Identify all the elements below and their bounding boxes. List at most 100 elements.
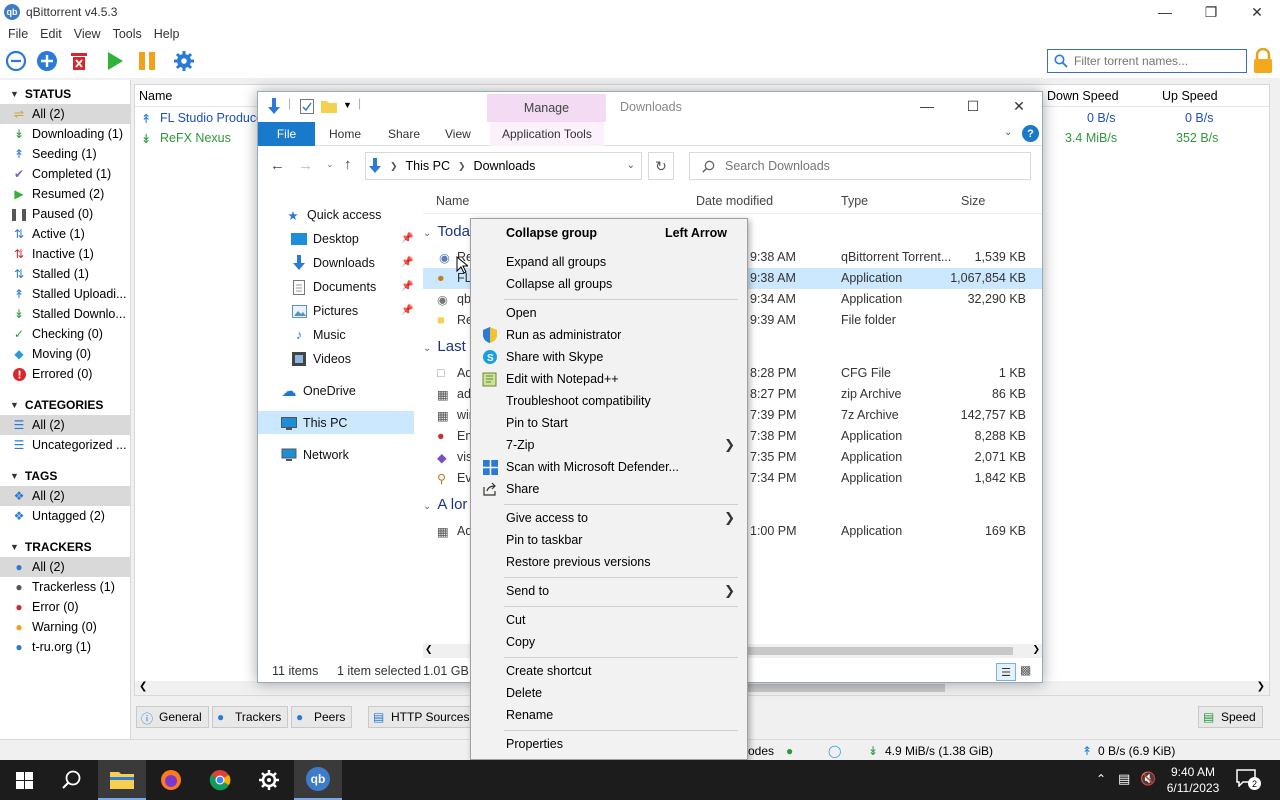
menu-item-delete[interactable]: Delete: [473, 682, 745, 704]
chevron-down-icon[interactable]: ⌄: [627, 160, 635, 171]
group-header-a-long-time-ago[interactable]: ⌄ A lor: [423, 496, 467, 513]
scroll-left-icon[interactable]: ❮: [139, 681, 147, 692]
tracker-trackerless[interactable]: ● Trackerless (1): [0, 577, 130, 597]
menu-item-expand-all-groups[interactable]: Expand all groups: [473, 251, 745, 273]
menu-item-send-to[interactable]: Send to ❯: [473, 580, 745, 602]
tab-general[interactable]: ⓘ General: [136, 706, 209, 728]
pin-icon[interactable]: 📌: [401, 305, 413, 316]
tag-untagged[interactable]: ❖ Untagged (2): [0, 506, 130, 526]
pin-icon[interactable]: 📌: [401, 281, 413, 292]
large-icons-view-button[interactable]: ▩: [1020, 663, 1031, 677]
tracker-t-ru-org[interactable]: ● t-ru.org (1): [0, 637, 130, 657]
ribbon-tab-file[interactable]: File: [258, 122, 315, 146]
taskbar-clock[interactable]: 9:40 AM 6/11/2023: [1160, 764, 1226, 796]
tab-speed[interactable]: ▤ Speed: [1198, 706, 1263, 728]
menu-item-create-shortcut[interactable]: Create shortcut: [473, 660, 745, 682]
tracker-error[interactable]: ● Error (0): [0, 597, 130, 617]
status-all[interactable]: ⇌ All (2): [0, 104, 130, 124]
tab-trackers[interactable]: ● Trackers: [212, 706, 289, 728]
category-all[interactable]: ☰ All (2): [0, 415, 130, 435]
breadcrumb-downloads[interactable]: Downloads: [474, 159, 536, 173]
details-view-button[interactable]: ☰: [996, 663, 1016, 681]
resume-button[interactable]: [103, 49, 127, 73]
status-checking[interactable]: ✓ Checking (0): [0, 324, 130, 344]
categories-section-header[interactable]: ▼ CATEGORIES: [0, 394, 130, 415]
address-bar[interactable]: ❯ This PC ❯ Downloads ⌄: [365, 152, 642, 180]
filter-torrent-input[interactable]: [1074, 54, 1244, 68]
speed-limit-icon[interactable]: ◯: [828, 744, 841, 758]
new-folder-icon[interactable]: [321, 99, 337, 113]
nav-documents[interactable]: Documents: [291, 276, 376, 298]
menu-item-properties[interactable]: Properties: [473, 733, 745, 755]
nav-desktop[interactable]: Desktop: [291, 228, 359, 250]
taskbar-chrome[interactable]: [196, 760, 244, 800]
pause-button[interactable]: [135, 49, 159, 73]
up-arrow-icon[interactable]: ↑: [344, 156, 352, 173]
menu-item-share-with-skype[interactable]: S Share with Skype: [473, 346, 745, 368]
status-errored[interactable]: Errored (0): [0, 364, 130, 384]
menu-edit[interactable]: Edit: [36, 27, 70, 41]
back-arrow-icon[interactable]: ←: [270, 157, 285, 174]
status-active[interactable]: ⇅ Active (1): [0, 224, 130, 244]
lock-icon[interactable]: [1252, 48, 1274, 74]
menu-item-scan-with-defender[interactable]: Scan with Microsoft Defender...: [473, 456, 745, 478]
restore-button[interactable]: ❐: [1188, 0, 1234, 24]
close-button[interactable]: ✕: [1234, 0, 1280, 24]
nav-videos[interactable]: Videos: [291, 348, 351, 370]
add-torrent-link-button[interactable]: [4, 49, 28, 73]
ribbon-tab-application-tools[interactable]: Application Tools: [490, 122, 604, 146]
status-moving[interactable]: ◆ Moving (0): [0, 344, 130, 364]
volume-muted-icon[interactable]: 🔇: [1140, 771, 1156, 787]
taskbar-firefox[interactable]: [147, 760, 195, 800]
pin-icon[interactable]: 📌: [401, 257, 413, 268]
column-size[interactable]: Size: [961, 194, 985, 208]
maximize-button[interactable]: ☐: [950, 92, 996, 120]
column-date-modified[interactable]: Date modified: [696, 194, 773, 208]
menu-item-give-access-to[interactable]: Give access to ❯: [473, 507, 745, 529]
taskbar-settings[interactable]: [245, 760, 293, 800]
menu-item-cut[interactable]: Cut: [473, 609, 745, 631]
tags-section-header[interactable]: ▼ TAGS: [0, 465, 130, 486]
menu-item-troubleshoot-compatibility[interactable]: Troubleshoot compatibility: [473, 390, 745, 412]
status-stalled[interactable]: ⇅ Stalled (1): [0, 264, 130, 284]
column-type[interactable]: Type: [841, 194, 868, 208]
forward-arrow-icon[interactable]: →: [298, 157, 313, 174]
expand-ribbon-icon[interactable]: ⌄: [1004, 127, 1012, 138]
menu-view[interactable]: View: [70, 27, 109, 41]
ribbon-tab-view[interactable]: View: [445, 122, 471, 146]
menu-item-7-zip[interactable]: 7-Zip ❯: [473, 434, 745, 456]
scroll-right-icon[interactable]: ❯: [1257, 681, 1265, 692]
status-completed[interactable]: ✔ Completed (1): [0, 164, 130, 184]
options-button[interactable]: [172, 49, 196, 73]
tab-http-sources[interactable]: ▤ HTTP Sources: [368, 706, 477, 728]
menu-file[interactable]: File: [4, 27, 36, 41]
nav-onedrive[interactable]: ☁ OneDrive: [281, 380, 356, 402]
menu-item-open[interactable]: Open: [473, 302, 745, 324]
close-button[interactable]: ✕: [996, 92, 1042, 120]
category-uncategorized[interactable]: ☰ Uncategorized ...: [0, 435, 130, 455]
chevron-down-icon[interactable]: ▼: [343, 100, 352, 110]
refresh-button[interactable]: ↻: [648, 152, 674, 180]
menu-item-collapse-group[interactable]: Collapse group Left Arrow: [473, 222, 745, 244]
nav-network[interactable]: Network: [281, 444, 349, 466]
menu-item-pin-to-taskbar[interactable]: Pin to taskbar: [473, 529, 745, 551]
status-inactive[interactable]: ⇅ Inactive (1): [0, 244, 130, 264]
scroll-left-icon[interactable]: ❮: [425, 644, 433, 655]
nav-downloads[interactable]: Downloads: [291, 252, 375, 274]
status-paused[interactable]: ❚❚ Paused (0): [0, 204, 130, 224]
column-name[interactable]: Name: [139, 89, 172, 103]
status-resumed[interactable]: ▶ Resumed (2): [0, 184, 130, 204]
search-downloads-input[interactable]: [725, 159, 1015, 173]
status-downloading[interactable]: ↡ Downloading (1): [0, 124, 130, 144]
connection-status-icon[interactable]: ●: [786, 744, 793, 758]
status-section-header[interactable]: ▼ STATUS: [0, 83, 130, 104]
pin-icon[interactable]: 📌: [401, 233, 413, 244]
minimize-button[interactable]: —: [904, 92, 950, 120]
menu-tools[interactable]: Tools: [109, 27, 150, 41]
add-torrent-file-button[interactable]: [35, 49, 59, 73]
show-hidden-icons-chevron-icon[interactable]: ⌃: [1096, 772, 1106, 786]
menu-item-rename[interactable]: Rename: [473, 704, 745, 726]
status-stalled-downloading[interactable]: ↡ Stalled Downlo...: [0, 304, 130, 324]
group-header-today[interactable]: ⌄ Toda: [423, 223, 470, 240]
nav-this-pc[interactable]: This PC: [281, 412, 347, 434]
